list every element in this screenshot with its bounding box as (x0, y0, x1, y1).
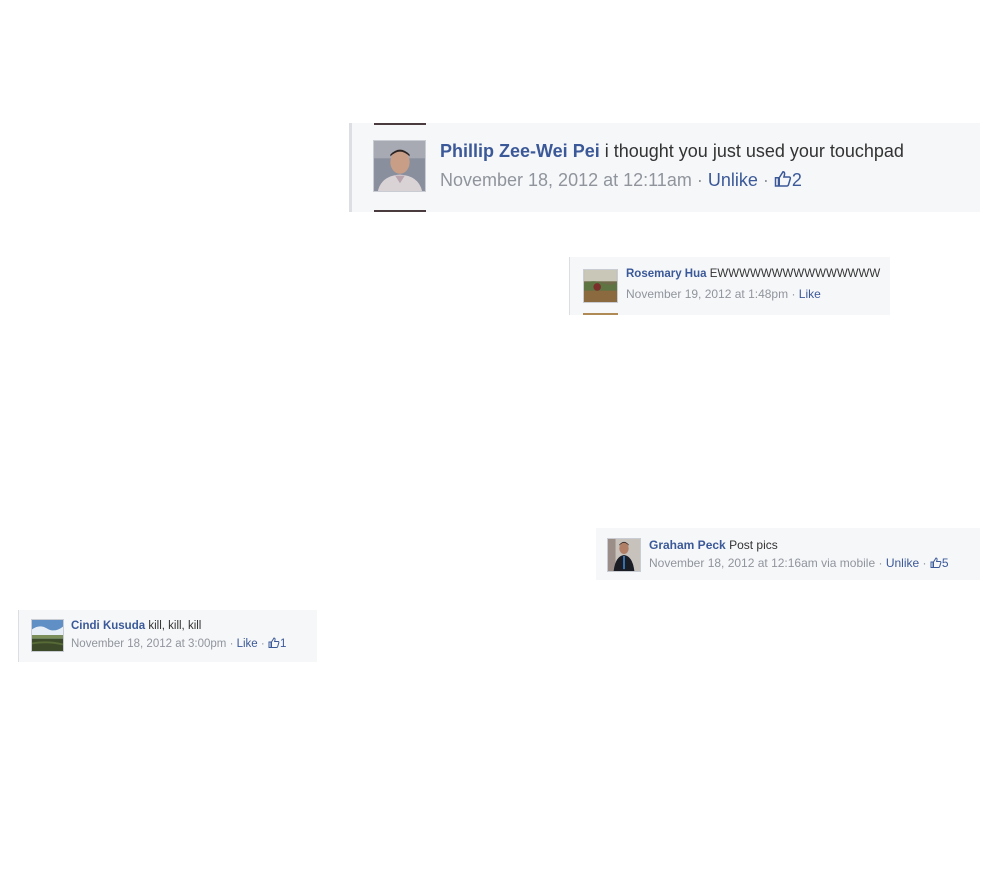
comment-meta: November 19, 2012 at 1:48pm · Like (626, 287, 821, 301)
comment-rosemary: Rosemary Hua EWWWWWWWWWWWWWWW November 1… (569, 257, 890, 315)
comment-author[interactable]: Rosemary Hua (626, 268, 707, 280)
comment-meta: November 18, 2012 at 3:00pm · Like · 1 (71, 637, 286, 650)
separator: · (229, 638, 234, 650)
separator: · (922, 556, 927, 570)
thumbs-up-icon (268, 637, 280, 648)
profile-photo-man-dark-icon (608, 539, 640, 571)
comment-author[interactable]: Cindi Kusuda (71, 620, 145, 632)
separator: · (791, 287, 796, 301)
comment-timestamp[interactable]: November 18, 2012 at 12:11am (440, 170, 692, 190)
previous-avatar-edge (374, 123, 426, 125)
comment-body: Graham Peck Post pics (649, 538, 778, 552)
comment-text: i thought you just used your touchpad (604, 141, 904, 161)
like-count-value: 5 (941, 556, 949, 570)
separator: · (878, 556, 883, 570)
comment-timestamp[interactable]: November 18, 2012 at 12:16am via mobile (649, 556, 875, 570)
comment-author[interactable]: Phillip Zee-Wei Pei (440, 141, 600, 161)
like-count[interactable]: 1 (268, 637, 287, 650)
comment-text: Post pics (729, 538, 778, 552)
avatar[interactable] (583, 269, 618, 303)
thumbs-up-icon (774, 170, 792, 187)
like-link[interactable]: Like (799, 287, 821, 301)
comment-timestamp[interactable]: November 19, 2012 at 1:48pm (626, 287, 788, 301)
like-count-value: 2 (791, 170, 802, 190)
unlike-link[interactable]: Unlike (708, 170, 758, 190)
separator: · (260, 638, 265, 650)
thumbs-up-icon (930, 557, 942, 568)
comment-meta: November 18, 2012 at 12:11am · Unlike · … (440, 170, 802, 191)
separator: · (762, 170, 769, 190)
avatar[interactable] (607, 538, 641, 572)
comment-text: EWWWWWWWWWWWWWWW (709, 268, 881, 280)
unlike-link[interactable]: Unlike (886, 556, 919, 570)
like-count[interactable]: 5 (930, 556, 949, 570)
comment-author[interactable]: Graham Peck (649, 538, 726, 552)
profile-photo-man-icon (374, 141, 425, 191)
comment-body: Phillip Zee-Wei Pei i thought you just u… (440, 141, 904, 162)
comment-graham: Graham Peck Post pics November 18, 2012 … (596, 528, 980, 580)
comment-timestamp[interactable]: November 18, 2012 at 3:00pm (71, 638, 226, 650)
profile-photo-field-icon (32, 620, 63, 651)
like-count[interactable]: 2 (774, 170, 802, 190)
profile-photo-landscape-icon (584, 270, 617, 302)
separator: · (696, 170, 703, 190)
next-avatar-edge (374, 210, 426, 212)
comment-body: Rosemary Hua EWWWWWWWWWWWWWWW (626, 268, 880, 280)
comment-phillip: Phillip Zee-Wei Pei i thought you just u… (349, 123, 980, 212)
comment-meta: November 18, 2012 at 12:16am via mobile … (649, 556, 949, 570)
comment-body: Cindi Kusuda kill, kill, kill (71, 620, 201, 632)
like-link[interactable]: Like (237, 638, 258, 650)
avatar[interactable] (373, 140, 426, 192)
next-avatar-edge (583, 313, 618, 315)
avatar[interactable] (31, 619, 64, 652)
comment-text: kill, kill, kill (148, 620, 202, 632)
like-count-value: 1 (279, 638, 287, 650)
comment-cindi: Cindi Kusuda kill, kill, kill November 1… (18, 610, 317, 662)
